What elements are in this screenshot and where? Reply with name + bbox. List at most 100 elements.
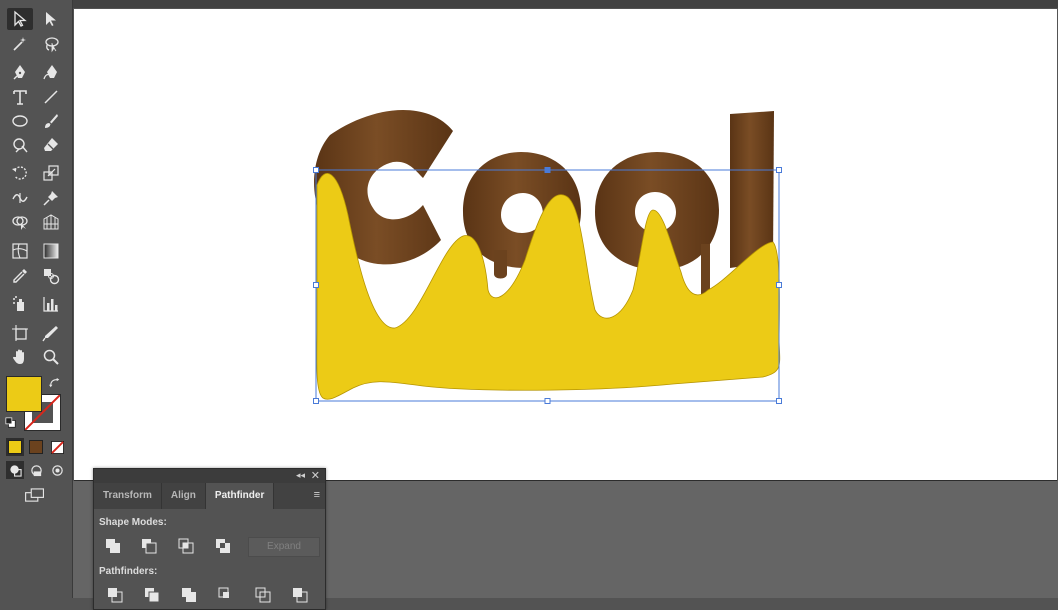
magic-wand-tool[interactable] bbox=[7, 33, 33, 55]
lasso-icon bbox=[45, 37, 59, 53]
screen-mode-button[interactable] bbox=[22, 486, 48, 504]
selection-tool[interactable] bbox=[7, 8, 33, 30]
merge-button[interactable] bbox=[181, 587, 197, 603]
panel-tabs: Transform Align Pathfinder ≡ bbox=[94, 483, 325, 509]
ellipse-tool[interactable] bbox=[7, 110, 33, 132]
symbol-sprayer-tool[interactable] bbox=[7, 293, 33, 315]
eraser-tool[interactable] bbox=[38, 134, 64, 156]
paintbrush-tool[interactable] bbox=[38, 110, 64, 132]
mesh-tool[interactable] bbox=[7, 240, 33, 262]
curvature-pen-icon bbox=[43, 65, 57, 80]
curvature-tool[interactable] bbox=[38, 61, 64, 83]
gradient-tool[interactable] bbox=[38, 240, 64, 262]
divide-button[interactable] bbox=[107, 587, 123, 603]
crop-button[interactable] bbox=[218, 587, 234, 603]
handle-mr[interactable] bbox=[776, 282, 782, 288]
slice-knife-icon bbox=[42, 326, 58, 342]
pushpin-icon bbox=[43, 191, 58, 206]
shaper-icon bbox=[13, 138, 28, 153]
none-mode-button[interactable] bbox=[48, 438, 66, 456]
trim-button[interactable] bbox=[144, 587, 160, 603]
puppet-warp-tool[interactable] bbox=[38, 187, 64, 209]
shape-builder-tool[interactable] bbox=[7, 211, 33, 233]
handle-br[interactable] bbox=[776, 398, 782, 404]
draw-behind-button[interactable] bbox=[27, 461, 45, 479]
magnifier-icon bbox=[43, 349, 59, 365]
width-icon bbox=[12, 193, 28, 203]
pen-tool[interactable] bbox=[7, 61, 33, 83]
handle-bl[interactable] bbox=[313, 398, 319, 404]
handle-tl[interactable] bbox=[313, 167, 319, 173]
gradient-mode-icon bbox=[29, 440, 43, 454]
column-graph-icon bbox=[43, 297, 58, 312]
artboard-tool[interactable] bbox=[7, 322, 33, 344]
hand-tool[interactable] bbox=[7, 346, 33, 368]
shape-modes-label: Shape Modes: bbox=[99, 517, 167, 528]
symbol-sprayer-icon bbox=[13, 296, 24, 311]
draw-behind-icon bbox=[30, 464, 42, 476]
color-mode-icon bbox=[8, 440, 22, 454]
selection-arrow-icon bbox=[14, 10, 27, 27]
swap-fill-stroke-button[interactable] bbox=[48, 376, 62, 390]
handle-tr[interactable] bbox=[776, 167, 782, 173]
color-mode-button[interactable] bbox=[6, 438, 24, 456]
lasso-tool[interactable] bbox=[38, 33, 64, 55]
column-graph-tool[interactable] bbox=[38, 293, 64, 315]
pathfinders-label: Pathfinders: bbox=[99, 566, 158, 577]
line-segment-tool[interactable] bbox=[38, 86, 64, 108]
expand-button[interactable]: Expand bbox=[248, 537, 320, 557]
pathfinder-panel: ◂◂ ✕ Transform Align Pathfinder ≡ Shape … bbox=[93, 468, 326, 610]
gradient-mode-button[interactable] bbox=[27, 438, 45, 456]
default-colors-icon bbox=[5, 417, 16, 428]
tab-pathfinder[interactable]: Pathfinder bbox=[205, 483, 275, 509]
swap-arrow-icon bbox=[49, 377, 60, 388]
handle-ml[interactable] bbox=[313, 282, 319, 288]
close-panel-icon[interactable]: ✕ bbox=[311, 469, 320, 482]
minus-front-button[interactable] bbox=[141, 538, 157, 554]
rotate-icon bbox=[12, 166, 27, 180]
shape-builder-icon bbox=[12, 216, 28, 230]
exclude-button[interactable] bbox=[215, 538, 231, 554]
none-icon bbox=[50, 440, 64, 454]
blend-icon bbox=[44, 269, 60, 285]
ellipse-icon bbox=[12, 115, 28, 127]
tools-panel bbox=[0, 0, 73, 598]
zoom-tool[interactable] bbox=[38, 346, 64, 368]
slice-tool[interactable] bbox=[38, 322, 64, 344]
outline-button[interactable] bbox=[255, 587, 271, 603]
hand-icon bbox=[13, 349, 24, 364]
panel-menu-icon[interactable]: ≡ bbox=[314, 490, 320, 501]
direct-selection-tool[interactable] bbox=[38, 8, 64, 30]
eyedropper-tool[interactable] bbox=[7, 265, 33, 287]
handle-tm[interactable] bbox=[544, 167, 551, 173]
line-segment-icon bbox=[44, 90, 58, 104]
fill-swatch[interactable] bbox=[6, 376, 42, 412]
handle-bm[interactable] bbox=[544, 398, 551, 404]
blend-tool[interactable] bbox=[38, 265, 64, 287]
collapse-panel-icon[interactable]: ◂◂ bbox=[296, 470, 305, 481]
mesh-icon bbox=[12, 243, 28, 259]
eyedropper-icon bbox=[13, 269, 27, 283]
perspective-grid-tool[interactable] bbox=[38, 211, 64, 233]
intersect-button[interactable] bbox=[178, 538, 194, 554]
perspective-grid-icon bbox=[43, 214, 59, 230]
paintbrush-icon bbox=[45, 114, 58, 128]
draw-normal-button[interactable] bbox=[6, 461, 24, 479]
rotate-tool[interactable] bbox=[7, 162, 33, 184]
width-tool[interactable] bbox=[7, 187, 33, 209]
unite-button[interactable] bbox=[105, 538, 121, 554]
scale-tool[interactable] bbox=[38, 162, 64, 184]
type-tool[interactable] bbox=[7, 86, 33, 108]
magic-wand-icon bbox=[13, 37, 26, 51]
panel-header: ◂◂ ✕ bbox=[94, 469, 325, 483]
shaper-tool[interactable] bbox=[7, 134, 33, 156]
minus-back-button[interactable] bbox=[292, 587, 308, 603]
draw-inside-button[interactable] bbox=[48, 461, 66, 479]
scale-icon bbox=[43, 165, 59, 181]
artboard-icon bbox=[12, 325, 28, 341]
tab-align[interactable]: Align bbox=[162, 483, 206, 509]
screen-mode-icon bbox=[25, 487, 44, 502]
tab-transform[interactable]: Transform bbox=[94, 483, 162, 509]
default-colors-button[interactable] bbox=[4, 416, 18, 430]
direct-selection-arrow-icon bbox=[46, 12, 56, 26]
